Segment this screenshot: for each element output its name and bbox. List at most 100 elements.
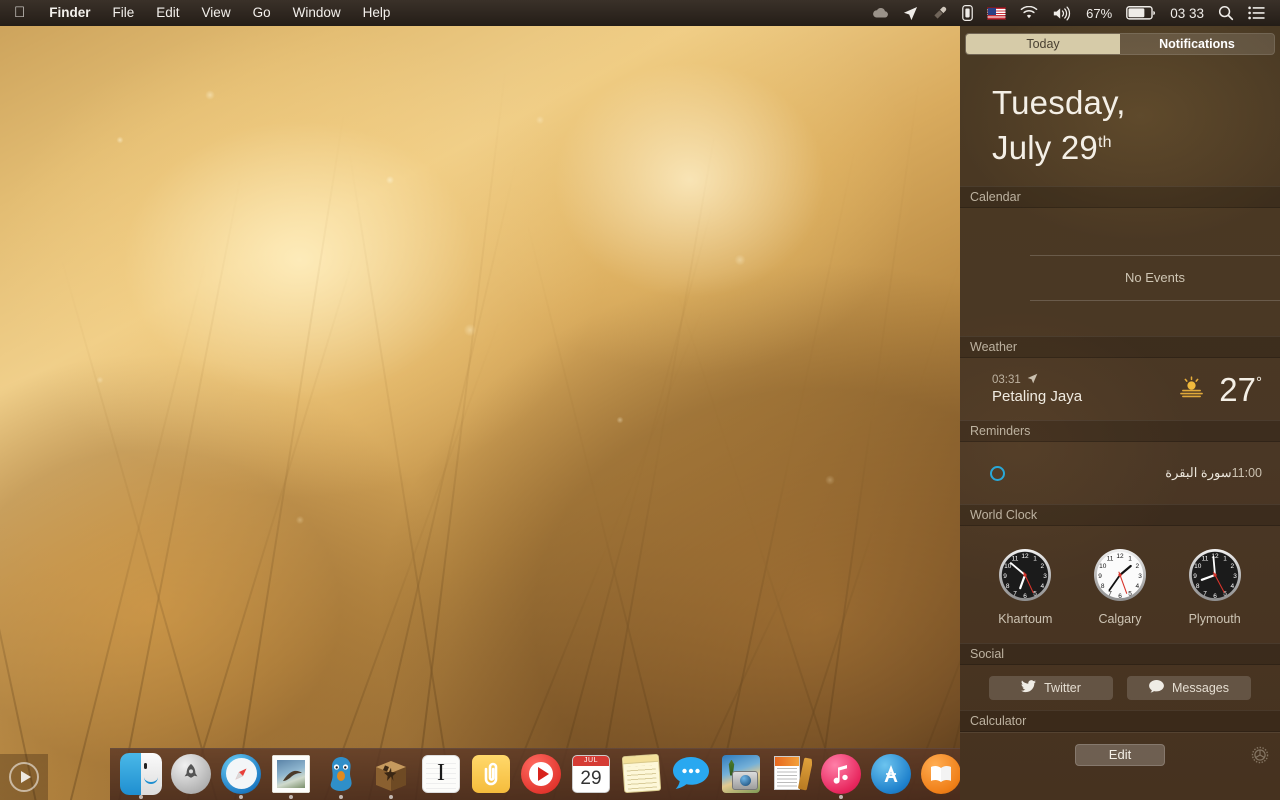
svg-text:2: 2 bbox=[1230, 563, 1234, 570]
svg-text:4: 4 bbox=[1230, 583, 1234, 590]
svg-text:6: 6 bbox=[1213, 593, 1217, 600]
date-weekday: Tuesday, bbox=[992, 84, 1126, 121]
menu-item-edit[interactable]: Edit bbox=[145, 0, 190, 26]
date-monthday: July 29th bbox=[992, 123, 1280, 168]
reminder-time: 11:00 bbox=[1231, 466, 1262, 480]
dock-item-itunes[interactable] bbox=[818, 752, 864, 799]
calendar-icon: JUL 29 bbox=[570, 753, 612, 795]
menu-item-view[interactable]: View bbox=[191, 0, 242, 26]
play-icon[interactable] bbox=[9, 762, 39, 792]
wifi-icon[interactable] bbox=[1013, 0, 1045, 26]
social-button-messages[interactable]: Messages bbox=[1127, 675, 1251, 700]
notification-center-icon[interactable] bbox=[1241, 0, 1272, 26]
dock-item-ibooks[interactable] bbox=[918, 752, 964, 798]
svg-text:7: 7 bbox=[1014, 590, 1018, 597]
launchpad-icon bbox=[170, 753, 212, 795]
grass-stalk bbox=[455, 307, 705, 800]
dock-item-app-store[interactable] bbox=[868, 752, 914, 798]
dock-item-notes[interactable] bbox=[618, 752, 664, 798]
svg-text:3: 3 bbox=[1233, 573, 1237, 580]
twitterrific-icon bbox=[320, 753, 362, 795]
video-player-overlay[interactable] bbox=[0, 754, 48, 800]
dock-item-pages[interactable] bbox=[768, 752, 814, 798]
dock-item-twitterrific[interactable] bbox=[318, 752, 364, 799]
dock-item-safari[interactable] bbox=[218, 752, 264, 799]
world-clock-widget[interactable]: 1 2 3 4 5 6 7 8 9 10 11 12 Khartoum 1 2 3 4 5 6 7 8 9 10 11 12 Ca… bbox=[960, 526, 1280, 643]
dock-item-messages[interactable] bbox=[668, 752, 714, 798]
clock-face-calgary: 1234567891011 12 bbox=[1093, 549, 1146, 601]
tab-today[interactable]: Today bbox=[966, 34, 1120, 54]
us-flag-icon[interactable] bbox=[980, 0, 1013, 26]
ibooks-icon bbox=[920, 753, 962, 795]
bluetooth-device-icon[interactable] bbox=[955, 0, 980, 26]
menu-item-go[interactable]: Go bbox=[242, 0, 282, 26]
today-notifications-tabs: Today Notifications bbox=[965, 33, 1275, 55]
dock-item-finder[interactable] bbox=[118, 752, 164, 799]
location-arrow-icon[interactable] bbox=[896, 0, 925, 26]
weather-local-time: 03:31 bbox=[992, 374, 1021, 386]
dock-item-yoink[interactable] bbox=[468, 752, 514, 798]
world-clock-label: Khartoum bbox=[998, 612, 1053, 626]
notification-center-panel: Today Notifications Tuesday, July 29th C… bbox=[960, 26, 1280, 800]
dock-item-launchpad[interactable] bbox=[168, 752, 214, 798]
menu-item-file[interactable]: File bbox=[102, 0, 146, 26]
tab-notifications[interactable]: Notifications bbox=[1120, 34, 1274, 54]
svg-text:9: 9 bbox=[1004, 573, 1008, 580]
clock-face-plymouth: 1234567891011 12 bbox=[1188, 549, 1241, 601]
weather-widget[interactable]: 03:31 Petaling Jaya 27 ° bbox=[960, 358, 1280, 420]
twitter-bird-icon bbox=[1021, 679, 1037, 696]
grass-stalk bbox=[525, 221, 702, 800]
menu-item-finder[interactable]: Finder bbox=[38, 0, 101, 26]
menu-item-window[interactable]: Window bbox=[282, 0, 352, 26]
dock-item-ia-writer[interactable]: I bbox=[418, 752, 464, 798]
battery-icon[interactable] bbox=[1119, 0, 1163, 26]
reminders-widget[interactable]: سورة البقرة 11:00 bbox=[960, 442, 1280, 504]
section-header-calendar[interactable]: Calendar bbox=[960, 186, 1280, 208]
dock-item-calendar[interactable]: JUL 29 bbox=[568, 752, 614, 798]
world-clock-plymouth[interactable]: 1 2 3 4 5 6 7 8 9 10 11 12 Plymouth bbox=[1172, 547, 1258, 626]
dock-running-indicator bbox=[139, 794, 143, 799]
dock-item-downie[interactable] bbox=[518, 752, 564, 798]
calendar-no-events-label: No Events bbox=[1125, 270, 1185, 285]
menu-item-help[interactable]: Help bbox=[352, 0, 402, 26]
edit-button[interactable]: Edit bbox=[1075, 743, 1165, 766]
volume-icon[interactable] bbox=[1045, 0, 1079, 26]
svg-text:7: 7 bbox=[1108, 590, 1112, 597]
wallpaper-grass-stalks bbox=[0, 0, 960, 800]
svg-text:8: 8 bbox=[1101, 583, 1105, 590]
menu-bar-clock[interactable]: 03 33 bbox=[1163, 0, 1211, 26]
dock-item-mail[interactable] bbox=[268, 752, 314, 799]
dock-item-reeder[interactable] bbox=[368, 752, 414, 799]
calendar-divider-bottom bbox=[1030, 300, 1280, 301]
apple-menu-icon[interactable]:  bbox=[0, 0, 38, 26]
spotlight-search-icon[interactable] bbox=[1211, 0, 1241, 26]
clock-face-khartoum: 1234567891011 12 bbox=[999, 549, 1052, 601]
reminder-checkbox[interactable] bbox=[990, 465, 1005, 481]
world-clock-khartoum[interactable]: 1 2 3 4 5 6 7 8 9 10 11 12 Khartoum bbox=[982, 547, 1068, 626]
section-header-world-clock[interactable]: World Clock bbox=[960, 504, 1280, 526]
svg-text:4: 4 bbox=[1041, 583, 1045, 590]
svg-text:12: 12 bbox=[1116, 553, 1124, 560]
gear-icon[interactable] bbox=[1250, 745, 1270, 770]
calendar-widget[interactable]: No Events bbox=[960, 208, 1280, 336]
iphoto-icon bbox=[720, 753, 762, 795]
section-header-calculator[interactable]: Calculator bbox=[960, 710, 1280, 732]
svg-text:5: 5 bbox=[1128, 590, 1132, 597]
svg-text:2: 2 bbox=[1135, 563, 1139, 570]
world-clock-calgary[interactable]: 1 2 3 4 5 6 7 8 9 10 11 12 Calgary bbox=[1077, 547, 1163, 626]
social-button-twitter[interactable]: Twitter bbox=[989, 675, 1113, 700]
section-header-social[interactable]: Social bbox=[960, 643, 1280, 665]
messages-icon bbox=[670, 753, 712, 795]
section-header-weather[interactable]: Weather bbox=[960, 336, 1280, 358]
flashlight-icon[interactable] bbox=[925, 0, 955, 26]
menu-bar-left:  Finder File Edit View Go Window Help bbox=[0, 0, 401, 26]
date-ordinal-suffix: th bbox=[1097, 134, 1112, 151]
svg-text:8: 8 bbox=[1196, 583, 1200, 590]
svg-text:1: 1 bbox=[1223, 556, 1227, 563]
section-header-reminders[interactable]: Reminders bbox=[960, 420, 1280, 442]
dock-item-iphoto[interactable] bbox=[718, 752, 764, 798]
cloud-icon[interactable] bbox=[865, 0, 896, 26]
weather-temperature: 27 ° bbox=[1219, 373, 1262, 406]
grass-stalk bbox=[59, 256, 252, 800]
reminder-title: سورة البقرة bbox=[1165, 465, 1232, 480]
